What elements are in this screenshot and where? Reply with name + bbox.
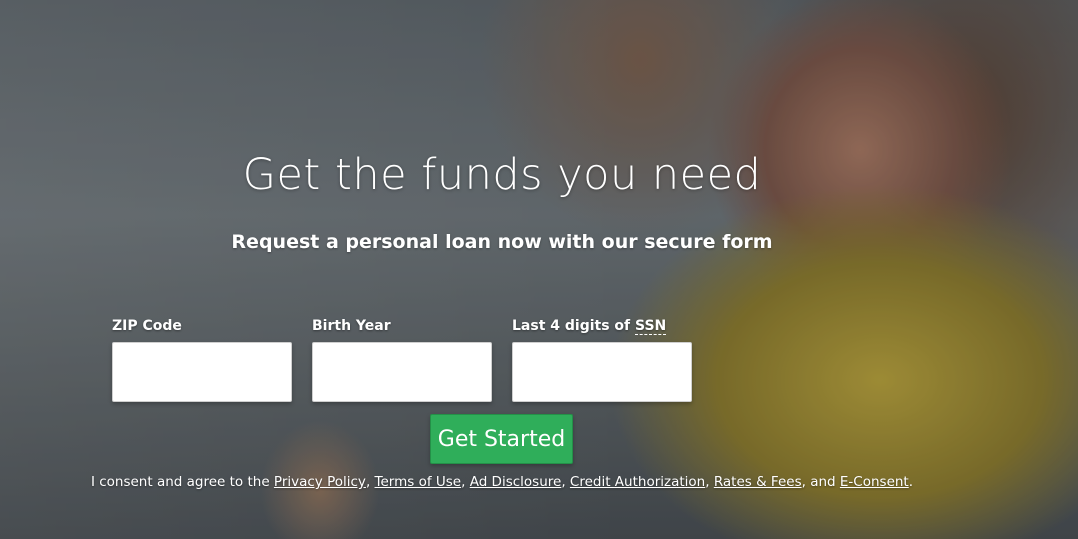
page-title: Get the funds you need: [242, 150, 762, 200]
ssn-label: Last 4 digits of SSN: [512, 318, 694, 335]
consent-prefix: I consent and agree to the: [90, 474, 274, 490]
privacy-policy-link[interactable]: Privacy Policy: [274, 474, 366, 490]
zip-code-label: ZIP Code: [112, 318, 182, 334]
consent-separator: ,: [561, 474, 570, 490]
e-consent-link[interactable]: E-Consent: [840, 474, 909, 490]
consent-and: , and: [801, 474, 840, 490]
zip-code-input[interactable]: [112, 342, 292, 402]
hero-section: Get the funds you need Request a persona…: [0, 0, 1078, 539]
birth-year-field-group: Birth Year: [312, 318, 494, 402]
birth-year-label: Birth Year: [312, 318, 391, 334]
ssn-abbreviation[interactable]: SSN: [635, 318, 667, 335]
birth-year-input[interactable]: [312, 342, 492, 402]
page-subtitle: Request a personal loan now with our sec…: [231, 231, 773, 253]
zip-code-field-group: ZIP Code: [112, 318, 294, 402]
get-started-button[interactable]: Get Started: [430, 414, 573, 464]
ssn-last4-input[interactable]: [512, 342, 692, 402]
ssn-label-text: Last 4 digits of: [512, 318, 636, 334]
consent-separator: ,: [705, 474, 714, 490]
ssn-field-group: Last 4 digits of SSN: [512, 318, 694, 402]
consent-separator: ,: [461, 474, 470, 490]
rates-and-fees-link[interactable]: Rates & Fees: [714, 474, 802, 490]
consent-text: I consent and agree to the Privacy Polic…: [0, 474, 1004, 490]
consent-suffix: .: [908, 474, 914, 490]
terms-of-use-link[interactable]: Terms of Use: [375, 474, 462, 490]
ad-disclosure-link[interactable]: Ad Disclosure: [470, 474, 562, 490]
consent-separator: ,: [365, 474, 375, 490]
credit-authorization-link[interactable]: Credit Authorization: [570, 474, 705, 490]
